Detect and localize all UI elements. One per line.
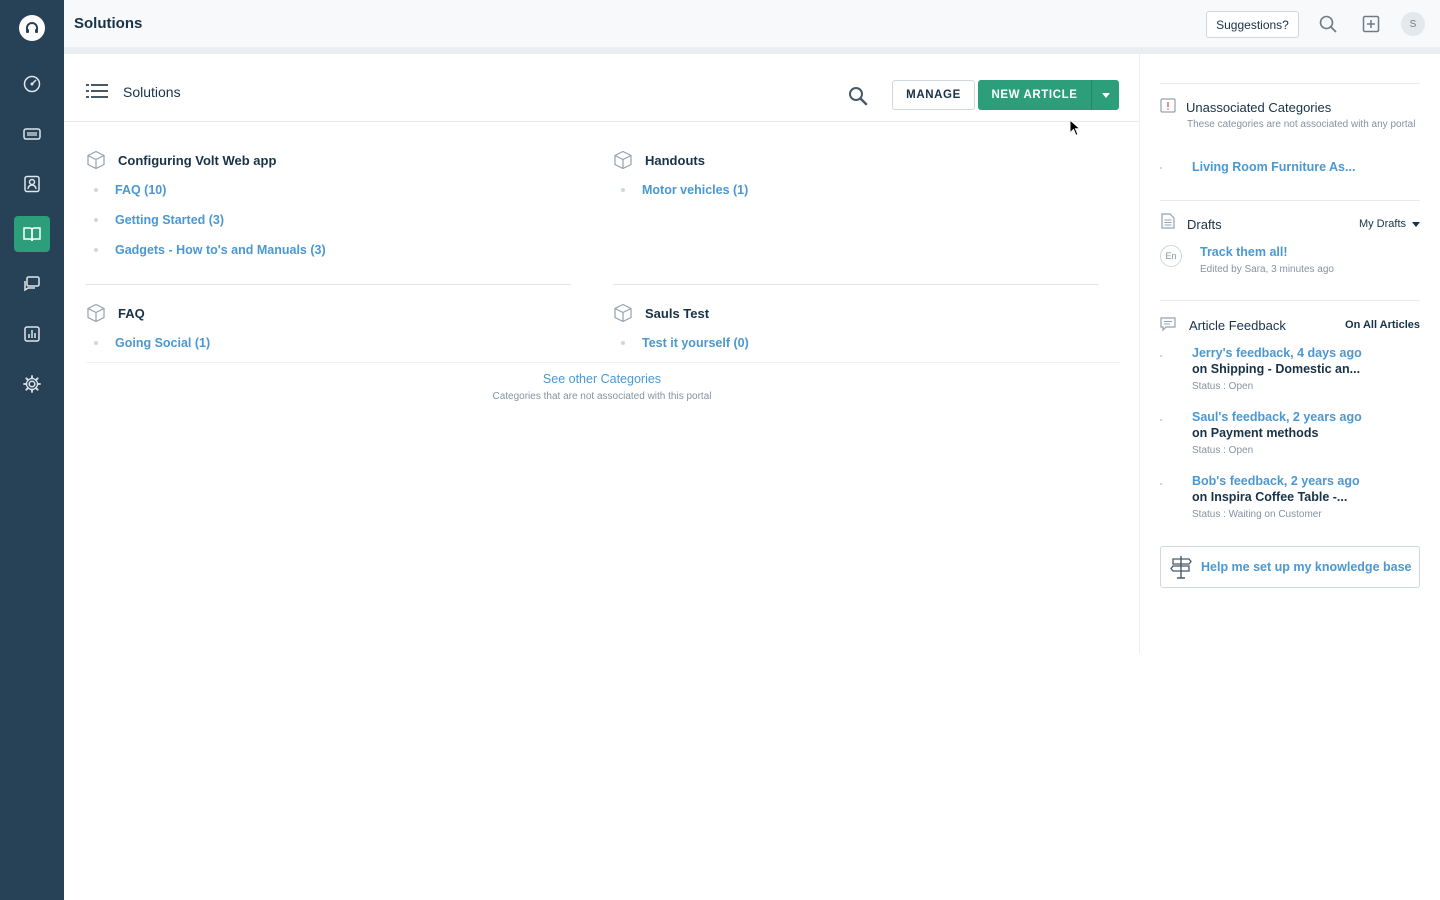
reports-icon[interactable] bbox=[14, 316, 50, 352]
solutions-header: Solutions MANAGE NEW ARTICLE bbox=[64, 54, 1140, 122]
folder-label[interactable]: Gadgets - How to's and Manuals (3) bbox=[115, 243, 326, 257]
draft-article-link[interactable]: Track them all! bbox=[1200, 245, 1288, 259]
folder-link[interactable]: Motor vehicles (1) bbox=[621, 183, 748, 197]
language-badge: En bbox=[1160, 245, 1182, 267]
folder-link[interactable]: Test it yourself (0) bbox=[621, 336, 749, 350]
folder-label[interactable]: Getting Started (3) bbox=[115, 213, 224, 227]
feedback-status: Status : Open bbox=[1192, 445, 1254, 456]
hamburger-menu-icon[interactable] bbox=[86, 82, 108, 105]
new-article-button-group: NEW ARTICLE bbox=[978, 80, 1119, 110]
folder-label[interactable]: Test it yourself (0) bbox=[642, 336, 749, 350]
page-title: Solutions bbox=[74, 15, 143, 32]
sidebar bbox=[0, 0, 64, 900]
dashboard-icon[interactable] bbox=[14, 66, 50, 102]
feedback-link[interactable]: Saul's feedback, 2 years ago bbox=[1192, 410, 1362, 424]
see-other-categories-subtitle: Categories that are not associated with … bbox=[492, 391, 712, 402]
category-cube-icon bbox=[614, 150, 632, 170]
tickets-icon[interactable] bbox=[14, 116, 50, 152]
solutions-title: Solutions bbox=[123, 84, 181, 100]
feedback-link[interactable]: Bob's feedback, 2 years ago bbox=[1192, 474, 1360, 488]
settings-gear-icon[interactable] bbox=[14, 366, 50, 402]
list-bullet bbox=[1160, 483, 1162, 485]
see-other-categories-link[interactable]: See other Categories bbox=[64, 372, 1140, 386]
feedback-status: Status : Open bbox=[1192, 381, 1254, 392]
contacts-icon[interactable] bbox=[14, 166, 50, 202]
folder-link[interactable]: Gadgets - How to's and Manuals (3) bbox=[94, 243, 326, 257]
right-panel-divider bbox=[1139, 54, 1140, 654]
folder-label[interactable]: FAQ (10) bbox=[115, 183, 166, 197]
list-bullet bbox=[1160, 419, 1162, 421]
unassociated-categories-subtitle: These categories are not associated with… bbox=[1187, 119, 1416, 130]
folder-link[interactable]: FAQ (10) bbox=[94, 183, 166, 197]
folder-link[interactable]: Going Social (1) bbox=[94, 336, 210, 350]
chevron-down-icon[interactable] bbox=[1412, 221, 1420, 227]
calendar-alert-icon bbox=[1160, 98, 1176, 113]
mouse-cursor-icon bbox=[1069, 119, 1081, 137]
category-name[interactable]: Handouts bbox=[645, 153, 705, 168]
unassociated-categories-title: Unassociated Categories bbox=[1186, 100, 1332, 115]
folder-label[interactable]: Motor vehicles (1) bbox=[642, 183, 748, 197]
document-icon bbox=[1161, 213, 1175, 229]
signpost-icon bbox=[1170, 556, 1192, 579]
app-logo-icon[interactable] bbox=[19, 15, 45, 41]
folder-link[interactable]: Getting Started (3) bbox=[94, 213, 224, 227]
user-avatar[interactable]: S bbox=[1401, 12, 1425, 36]
solutions-main-panel: Solutions MANAGE NEW ARTICLE Configuring… bbox=[64, 54, 1140, 900]
category-name[interactable]: Sauls Test bbox=[645, 306, 709, 321]
search-articles-icon[interactable] bbox=[848, 86, 868, 111]
category-name[interactable]: Configuring Volt Web app bbox=[118, 153, 276, 168]
feedback-link[interactable]: Jerry's feedback, 4 days ago bbox=[1192, 346, 1362, 360]
top-header: Solutions Suggestions? S bbox=[64, 0, 1440, 48]
drafts-title: Drafts bbox=[1187, 217, 1222, 232]
category-divider bbox=[613, 284, 1098, 285]
help-setup-knowledge-base-button[interactable]: Help me set up my knowledge base bbox=[1160, 546, 1420, 588]
help-setup-label[interactable]: Help me set up my knowledge base bbox=[1201, 560, 1411, 574]
category-cube-icon bbox=[87, 150, 105, 170]
new-item-plus-icon[interactable] bbox=[1360, 13, 1382, 35]
suggestions-button[interactable]: Suggestions? bbox=[1206, 11, 1299, 38]
drafts-filter-label[interactable]: My Drafts bbox=[1359, 218, 1406, 230]
draft-meta: Edited by Sara, 3 minutes ago bbox=[1200, 264, 1334, 275]
category-card: Handouts Motor vehicles (1) bbox=[613, 150, 1113, 260]
category-cube-icon bbox=[87, 303, 105, 323]
list-bullet bbox=[1160, 355, 1162, 357]
feedback-filter[interactable]: On All Articles bbox=[1345, 319, 1420, 331]
feedback-article[interactable]: on Payment methods bbox=[1192, 426, 1318, 440]
new-article-dropdown-icon[interactable] bbox=[1091, 80, 1119, 110]
category-divider bbox=[86, 284, 571, 285]
new-article-button[interactable]: NEW ARTICLE bbox=[978, 80, 1091, 110]
solutions-book-icon[interactable] bbox=[14, 216, 50, 252]
list-bullet bbox=[1160, 167, 1162, 169]
manage-button[interactable]: MANAGE bbox=[892, 80, 975, 110]
section-divider bbox=[1160, 200, 1420, 201]
category-card: FAQ Going Social (1) bbox=[86, 303, 586, 363]
folder-label[interactable]: Going Social (1) bbox=[115, 336, 210, 350]
feedback-article[interactable]: on Shipping - Domestic an... bbox=[1192, 362, 1360, 376]
drafts-filter-dropdown[interactable]: My Drafts bbox=[1359, 218, 1420, 230]
feedback-article[interactable]: on Inspira Coffee Table -... bbox=[1192, 490, 1347, 504]
section-divider bbox=[1160, 300, 1420, 301]
category-cube-icon bbox=[614, 303, 632, 323]
unassociated-category-link[interactable]: Living Room Furniture As... bbox=[1192, 160, 1355, 174]
category-name[interactable]: FAQ bbox=[118, 306, 145, 321]
feedback-status: Status : Waiting on Customer bbox=[1192, 509, 1322, 520]
category-card: Configuring Volt Web app FAQ (10) Gettin… bbox=[86, 150, 586, 260]
search-icon[interactable] bbox=[1317, 13, 1339, 35]
section-divider bbox=[1160, 83, 1420, 84]
feedback-comment-icon bbox=[1160, 317, 1176, 332]
categories-bottom-divider bbox=[86, 362, 1120, 363]
discussions-icon[interactable] bbox=[14, 266, 50, 302]
article-feedback-title: Article Feedback bbox=[1189, 318, 1286, 333]
category-card: Sauls Test Test it yourself (0) bbox=[613, 303, 1113, 363]
